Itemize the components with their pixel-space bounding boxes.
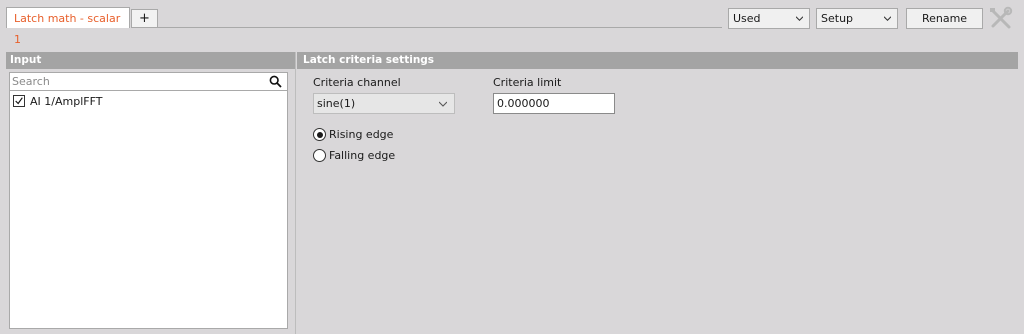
criteria-channel-value: sine(1) xyxy=(317,97,356,110)
criteria-channel-select[interactable]: sine(1) xyxy=(313,93,455,114)
radio-selected[interactable] xyxy=(313,128,326,141)
search-icon[interactable] xyxy=(269,75,282,88)
tab-bar: Latch math - scalar 1 + Used Setup Renam… xyxy=(0,0,1024,46)
tab-baseline xyxy=(158,27,722,28)
wrench-screwdriver-icon[interactable] xyxy=(988,6,1014,30)
chevron-down-icon xyxy=(439,101,447,107)
panel-divider xyxy=(295,52,296,334)
tab-latch-math-scalar-1[interactable]: Latch math - scalar 1 xyxy=(6,7,130,46)
setup-dropdown-value: Setup xyxy=(821,12,854,25)
search-box xyxy=(9,72,288,91)
criteria-limit-label: Criteria limit xyxy=(493,76,562,89)
chevron-down-icon xyxy=(884,16,891,21)
used-dropdown-value: Used xyxy=(733,12,761,25)
rising-edge-label: Rising edge xyxy=(329,128,394,141)
list-item-label: AI 1/AmplFFT xyxy=(30,95,103,108)
setup-dropdown[interactable]: Setup xyxy=(816,8,898,29)
input-channel-list: AI 1/AmplFFT xyxy=(9,91,288,329)
criteria-section-header: Latch criteria settings xyxy=(297,52,1018,69)
input-section-header: Input xyxy=(6,52,295,69)
rename-button[interactable]: Rename xyxy=(906,8,983,29)
criteria-limit-input[interactable]: 0.000000 xyxy=(493,93,615,114)
used-dropdown[interactable]: Used xyxy=(728,8,810,29)
checkmark-icon xyxy=(15,97,23,105)
radio-unselected[interactable] xyxy=(313,149,326,162)
add-tab-button[interactable]: + xyxy=(131,9,158,28)
checkbox-checked[interactable] xyxy=(13,95,25,107)
falling-edge-label: Falling edge xyxy=(329,149,396,162)
chevron-down-icon xyxy=(796,16,803,21)
criteria-channel-label: Criteria channel xyxy=(313,76,401,89)
search-input[interactable] xyxy=(12,74,262,89)
